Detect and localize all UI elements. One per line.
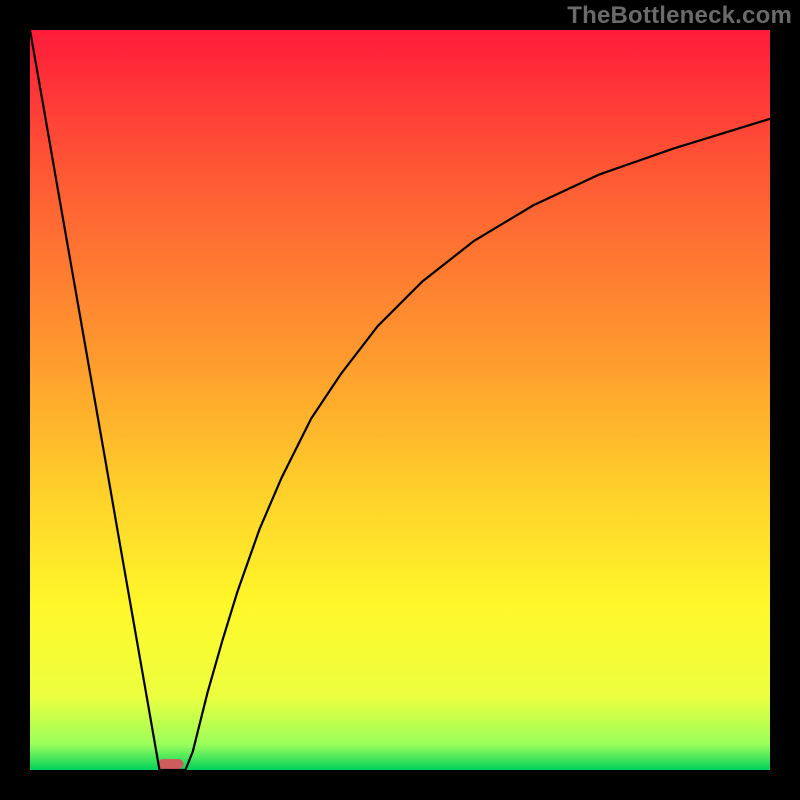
watermark-text: TheBottleneck.com (567, 2, 792, 30)
minimum-marker (158, 759, 184, 769)
chart-container: TheBottleneck.com (0, 0, 800, 800)
chart-svg (30, 30, 770, 770)
plot-area (30, 30, 770, 770)
